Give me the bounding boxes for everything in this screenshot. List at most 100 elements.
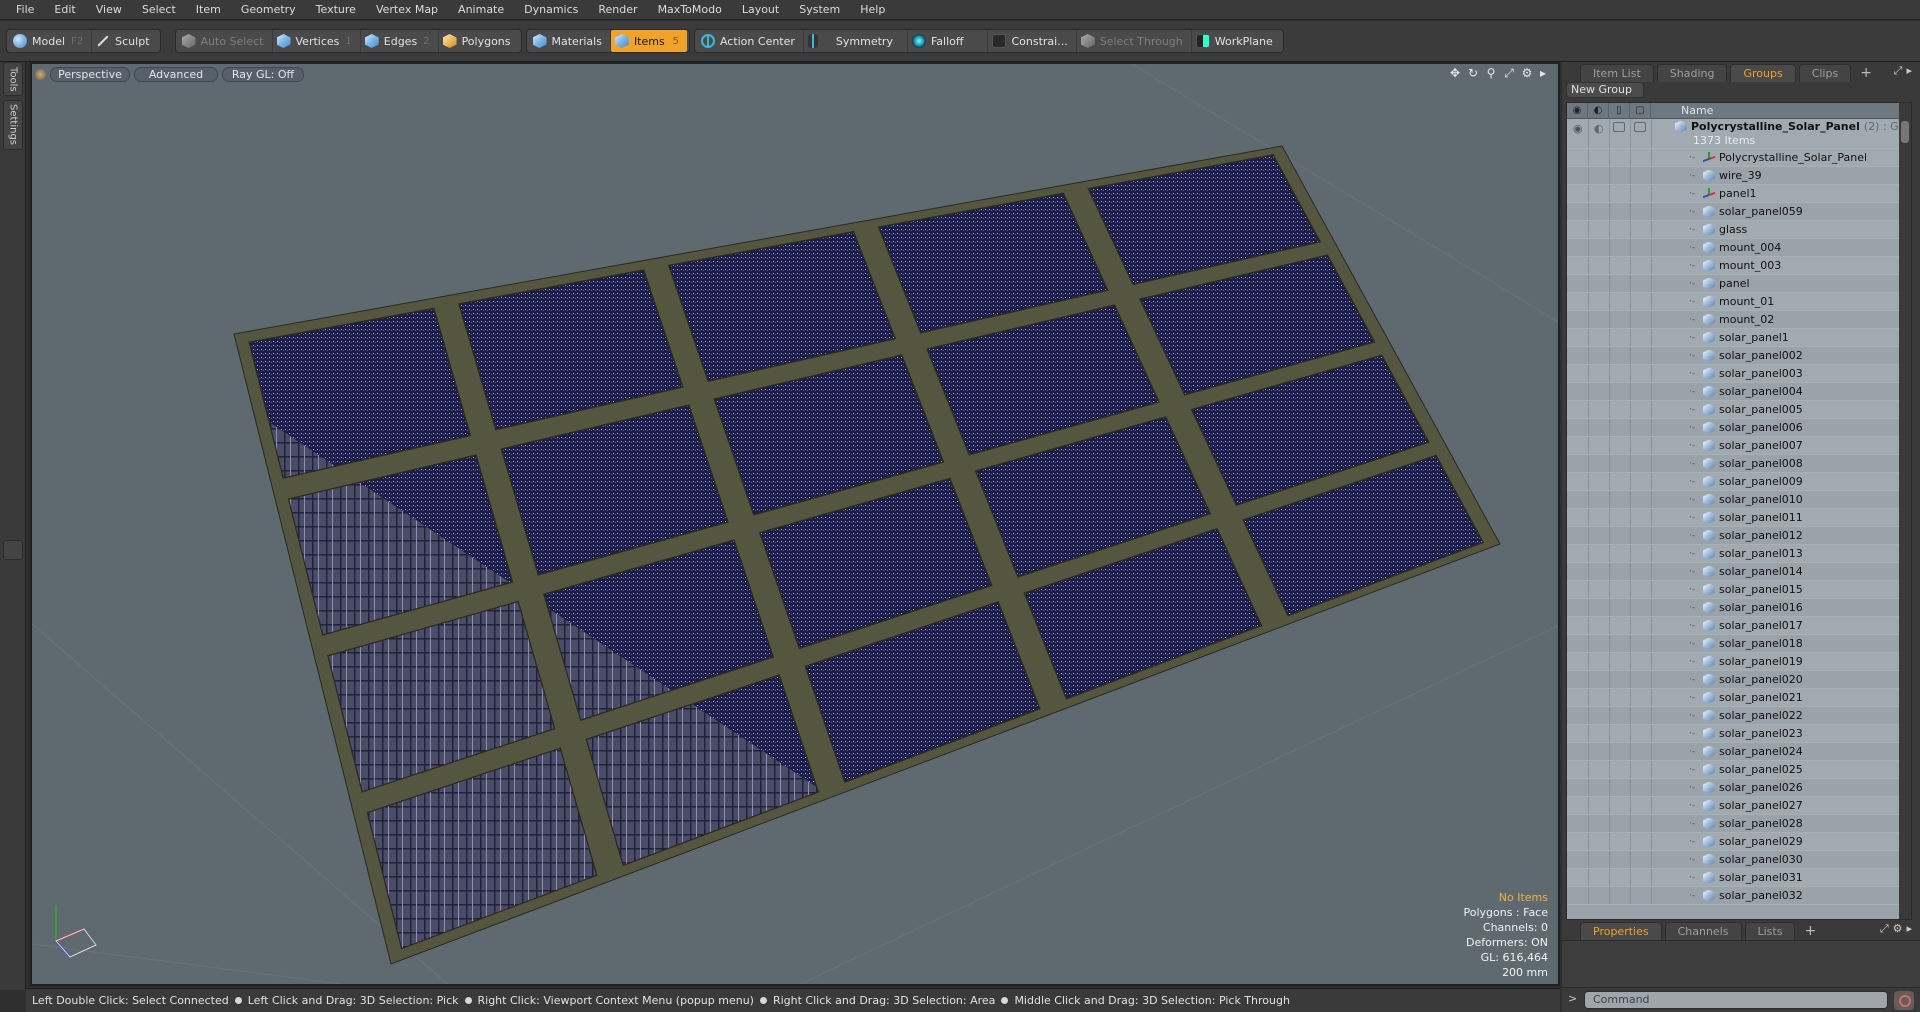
tree-item[interactable]: ·- solar_panel029 [1567,833,1911,851]
tree-item[interactable]: ·- solar_panel025 [1567,761,1911,779]
solar-panel-array[interactable] [233,145,1501,965]
tree-item[interactable]: ·- solar_panel019 [1567,653,1911,671]
viewport-options-dot[interactable] [35,69,46,80]
tree-item[interactable]: ·- solar_panel022 [1567,707,1911,725]
constraints-button[interactable]: Constrai... [988,30,1077,52]
tree-item[interactable]: ·- solar_panel021 [1567,689,1911,707]
tree-item[interactable]: ·- solar_panel023 [1567,725,1911,743]
tab-properties[interactable]: Properties [1580,922,1662,940]
tree-item[interactable]: ·- panel1 [1567,185,1911,203]
menu-edit[interactable]: Edit [44,0,85,20]
tree-item[interactable]: ·- solar_panel017 [1567,617,1911,635]
visibility-column-icon[interactable]: ◉ [1567,103,1588,119]
menu-layout[interactable]: Layout [732,0,789,20]
tree-item[interactable]: ·- solar_panel007 [1567,437,1911,455]
arrow-right-icon[interactable]: ▸ [1536,66,1550,80]
action-center-button[interactable]: Action Center [697,30,804,52]
model-button[interactable]: Model F2 [9,30,93,52]
menu-view[interactable]: View [86,0,132,20]
tree-item[interactable]: ·- solar_panel011 [1567,509,1911,527]
rotate-icon[interactable]: ↻ [1466,66,1480,80]
polygons-button[interactable]: Polygons [439,30,519,52]
tree-item[interactable]: ·- solar_panel024 [1567,743,1911,761]
tree-item[interactable]: ·- solar_panel016 [1567,599,1911,617]
tree-item[interactable]: ·- solar_panel031 [1567,869,1911,887]
tree-item[interactable]: ·- solar_panel015 [1567,581,1911,599]
tree-item[interactable]: ·- solar_panel003 [1567,365,1911,383]
tree-item[interactable]: ·- glass [1567,221,1911,239]
symmetry-button[interactable]: Symmetry [804,30,908,52]
menu-file[interactable]: File [6,0,44,20]
panel-top-icons[interactable]: ⤢▸ [1894,64,1916,78]
pan-icon[interactable]: ✥ [1448,66,1462,80]
eye-icon[interactable]: ◉ [1573,122,1583,135]
view-mode-dropdown[interactable]: Perspective [50,67,130,82]
scene-canvas[interactable] [32,64,1560,986]
tree-item[interactable]: ·- solar_panel028 [1567,815,1911,833]
auto-select-button[interactable]: Auto Select [178,30,273,52]
maximize-icon[interactable]: ⤢ [1502,66,1516,80]
tree-scrollbar[interactable] [1899,103,1911,919]
materials-button[interactable]: Materials [529,30,611,52]
add-tab-button[interactable]: + [1798,922,1822,940]
tab-groups[interactable]: Groups [1730,64,1796,82]
tree-item[interactable]: ·- wire_39 [1567,167,1911,185]
3d-viewport[interactable]: Perspective Advanced Ray GL: Off ✥ ↻ ⚲ ⤢… [30,62,1560,986]
lock-toggle[interactable] [1613,122,1625,132]
new-group-button[interactable]: New Group [1566,82,1644,98]
tree-item[interactable]: ·- solar_panel010 [1567,491,1911,509]
tools-tab[interactable]: Tools [3,62,23,96]
tree-item[interactable]: ·- mount_01 [1567,293,1911,311]
tab-shading[interactable]: Shading [1656,64,1728,82]
workplane-button[interactable]: WorkPlane [1192,30,1281,52]
tab-clips[interactable]: Clips [1798,64,1852,82]
tree-item[interactable]: ·- solar_panel026 [1567,779,1911,797]
tree-item[interactable]: ·- mount_004 [1567,239,1911,257]
panel-toggle-handle[interactable] [3,540,23,560]
add-tab-button[interactable]: + [1854,64,1878,82]
sculpt-button[interactable]: Sculpt [92,30,157,52]
tree-item[interactable]: ·- solar_panel004 [1567,383,1911,401]
menu-render[interactable]: Render [588,0,647,20]
settings-tab[interactable]: Settings [3,100,23,150]
tab-channels[interactable]: Channels [1664,922,1742,940]
tree-item[interactable]: ·- solar_panel012 [1567,527,1911,545]
raygl-toggle[interactable]: Ray GL: Off [222,67,304,82]
menu-select[interactable]: Select [132,0,186,20]
shading-dropdown[interactable]: Advanced [134,67,218,82]
gear-icon[interactable]: ⚙ [1520,66,1534,80]
tree-item[interactable]: ·- solar_panel009 [1567,473,1911,491]
tree-item[interactable]: ·- Polycrystalline_Solar_Panel [1567,149,1911,167]
panel-bottom-icons[interactable]: ⤢⚙▸ [1880,922,1916,936]
edges-button[interactable]: Edges 2 [361,30,439,52]
menu-maxtomodo[interactable]: MaxToModo [648,0,732,20]
scrollbar-thumb[interactable] [1901,121,1909,143]
group-row[interactable]: ◉ ◐ Polycrystalline_Solar_Panel (2) : G.… [1567,119,1911,149]
menu-item[interactable]: Item [186,0,231,20]
tree-item[interactable]: ·- solar_panel014 [1567,563,1911,581]
tree-item[interactable]: ·- solar_panel008 [1567,455,1911,473]
tree-item[interactable]: ·- mount_02 [1567,311,1911,329]
render-icon[interactable]: ◐ [1594,122,1604,135]
command-input[interactable]: Command [1584,991,1888,1009]
select-toggle[interactable] [1634,122,1646,132]
menu-geometry[interactable]: Geometry [231,0,306,20]
falloff-button[interactable]: Falloff [908,30,989,52]
vertices-button[interactable]: Vertices 1 [273,30,361,52]
tree-item[interactable]: ·- panel [1567,275,1911,293]
tab-lists[interactable]: Lists [1744,922,1796,940]
menu-animate[interactable]: Animate [448,0,514,20]
command-history-button[interactable] [1894,991,1914,1010]
tab-item-list[interactable]: Item List [1580,64,1654,82]
tree-item[interactable]: ·- solar_panel005 [1567,401,1911,419]
select-through-button[interactable]: Select Through [1077,30,1192,52]
menu-help[interactable]: Help [850,0,895,20]
name-column-header[interactable]: Name [1651,104,1713,117]
tree-item[interactable]: ·- solar_panel006 [1567,419,1911,437]
select-column-icon[interactable]: ▢ [1630,103,1651,119]
tree-item[interactable]: ·- solar_panel020 [1567,671,1911,689]
tree-item[interactable]: ·- solar_panel030 [1567,851,1911,869]
zoom-icon[interactable]: ⚲ [1484,66,1498,80]
menu-texture[interactable]: Texture [306,0,366,20]
items-button[interactable]: Items 5 [610,30,687,52]
